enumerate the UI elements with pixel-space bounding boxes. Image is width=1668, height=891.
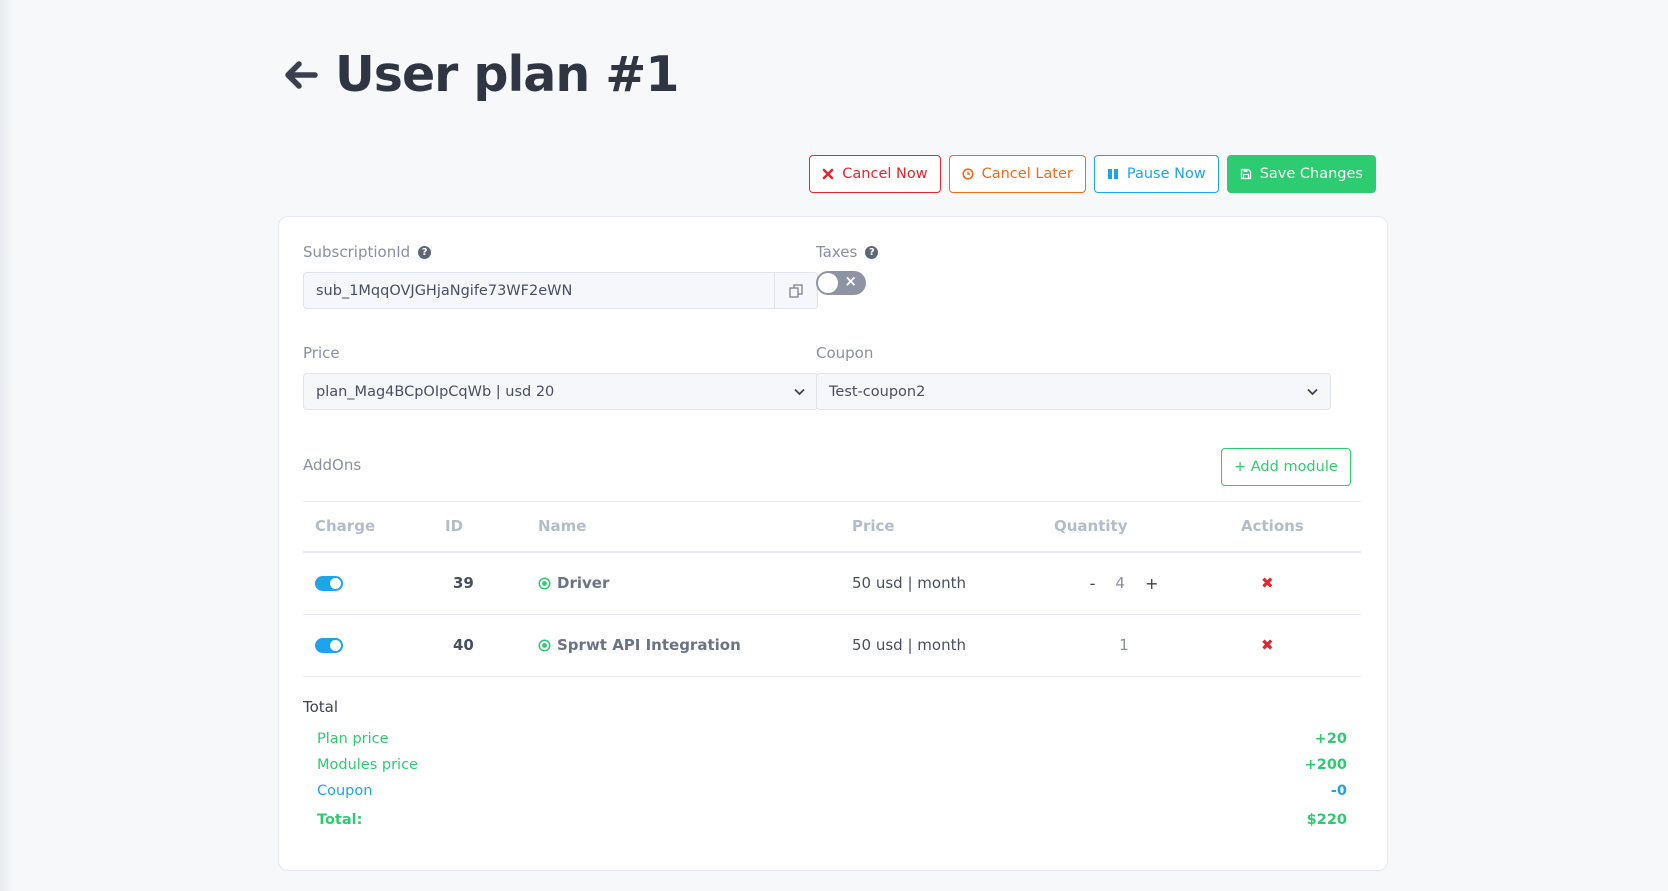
decrement-button[interactable]: -	[1086, 574, 1100, 593]
plan-price-value: +20	[1314, 731, 1347, 747]
save-changes-label: Save Changes	[1259, 166, 1363, 182]
id-cell: 40	[433, 614, 526, 677]
price-select-value: plan_Mag4BCpOIpCqWb | usd 20	[316, 383, 555, 400]
subscription-id-field	[303, 272, 818, 309]
cancel-later-label: Cancel Later	[981, 166, 1073, 182]
toggle-knob	[330, 577, 341, 589]
close-icon: ×	[844, 272, 857, 290]
price-cell: 50 usd | month	[840, 614, 1042, 677]
table-row: 39 Driver 50 usd | month - 4 + ✖	[303, 551, 1361, 615]
column-header-name[interactable]: Name	[526, 501, 840, 553]
addons-label: AddOns	[303, 456, 362, 474]
back-arrow-icon[interactable]	[281, 55, 321, 95]
delete-icon[interactable]: ✖	[1241, 636, 1274, 654]
actions-cell: ✖	[1229, 614, 1361, 677]
cancel-later-button[interactable]: Cancel Later	[948, 155, 1086, 193]
cancel-now-button[interactable]: Cancel Now	[809, 155, 941, 193]
price-cell: 50 usd | month	[840, 551, 1042, 615]
quantity-display: 1	[1054, 636, 1194, 654]
addon-name[interactable]: Sprwt API Integration	[557, 636, 741, 654]
coupon-select[interactable]: Test-coupon2	[816, 373, 1331, 410]
quantity-stepper: - 4 +	[1054, 574, 1194, 593]
clock-icon	[962, 168, 974, 180]
taxes-toggle[interactable]: ×	[816, 271, 866, 295]
active-status-icon	[538, 576, 551, 590]
table-header-row: Charge ID Name Price Quantity Actions	[303, 501, 1361, 553]
column-header-actions: Actions	[1229, 501, 1361, 553]
coupon-row: Coupon -0	[317, 783, 1347, 799]
charge-toggle[interactable]	[315, 637, 343, 653]
modules-price-label: Modules price	[317, 757, 418, 773]
price-label: Price	[303, 344, 340, 362]
quantity-value: 4	[1115, 574, 1125, 592]
active-status-icon	[538, 638, 551, 652]
chevron-down-icon	[794, 388, 805, 395]
add-module-button[interactable]: + Add module	[1221, 448, 1351, 486]
grand-total-row: Total: $220	[317, 812, 1347, 828]
action-toolbar: Cancel Now Cancel Later Pause Now Save C…	[809, 155, 1376, 193]
copy-button[interactable]	[774, 273, 817, 308]
coupon-label-text: Coupon	[816, 344, 874, 362]
delete-icon[interactable]: ✖	[1241, 574, 1274, 592]
coupon-label: Coupon	[816, 344, 873, 362]
charge-cell	[303, 551, 433, 615]
quantity-cell: - 4 +	[1042, 551, 1229, 615]
increment-button[interactable]: +	[1141, 574, 1162, 593]
sidebar-edge	[0, 0, 14, 891]
quantity-cell: 1	[1042, 614, 1229, 677]
quantity-value: 1	[1119, 636, 1129, 654]
pause-icon	[1107, 169, 1118, 179]
column-header-price[interactable]: Price	[840, 501, 1042, 553]
plan-price-label: Plan price	[317, 731, 389, 747]
grand-total-value: $220	[1306, 812, 1347, 828]
grand-total-label: Total:	[317, 812, 363, 828]
pause-now-button[interactable]: Pause Now	[1093, 155, 1219, 193]
total-section-title: Total	[303, 698, 339, 716]
page-header: User plan #1	[281, 46, 679, 103]
table-row: 40 Sprwt API Integration 50 usd | month …	[303, 614, 1361, 677]
column-header-quantity[interactable]: Quantity	[1042, 501, 1229, 553]
modules-price-value: +200	[1304, 757, 1347, 773]
charge-cell	[303, 614, 433, 677]
id-cell: 39	[433, 551, 526, 615]
chevron-down-icon	[1307, 388, 1318, 395]
pause-now-label: Pause Now	[1126, 166, 1206, 182]
modules-price-row: Modules price +200	[317, 757, 1347, 773]
name-cell: Driver	[526, 551, 840, 615]
name-cell: Sprwt API Integration	[526, 614, 840, 677]
coupon-select-value: Test-coupon2	[829, 383, 926, 400]
cancel-now-label: Cancel Now	[842, 166, 928, 182]
plan-price-row: Plan price +20	[317, 731, 1347, 747]
price-label-text: Price	[303, 344, 340, 362]
subscription-id-label-text: SubscriptionId	[303, 243, 411, 261]
question-icon[interactable]: ?	[418, 245, 432, 259]
charge-toggle[interactable]	[315, 575, 343, 591]
addons-table: Charge ID Name Price Quantity Actions 39…	[303, 501, 1361, 677]
save-icon	[1240, 168, 1251, 180]
coupon-discount-value: -0	[1330, 783, 1347, 799]
question-icon[interactable]: ?	[865, 245, 879, 259]
close-icon	[822, 168, 834, 180]
taxes-label-text: Taxes	[816, 243, 858, 261]
plan-card: SubscriptionId ? Taxes ? × Price plan_Ma…	[278, 216, 1388, 871]
save-changes-button[interactable]: Save Changes	[1226, 155, 1376, 193]
subscription-id-input[interactable]	[304, 273, 774, 308]
page-title: User plan #1	[335, 46, 679, 103]
taxes-label: Taxes ?	[816, 243, 879, 261]
toggle-knob	[818, 273, 838, 293]
copy-icon	[789, 283, 803, 298]
toggle-knob	[330, 639, 341, 651]
subscription-id-label: SubscriptionId ?	[303, 243, 432, 261]
actions-cell: ✖	[1229, 551, 1361, 615]
coupon-discount-label: Coupon	[317, 783, 373, 799]
column-header-id[interactable]: ID	[433, 501, 526, 553]
column-header-charge[interactable]: Charge	[303, 501, 433, 553]
addon-name[interactable]: Driver	[557, 574, 609, 592]
price-select[interactable]: plan_Mag4BCpOIpCqWb | usd 20	[303, 373, 818, 410]
